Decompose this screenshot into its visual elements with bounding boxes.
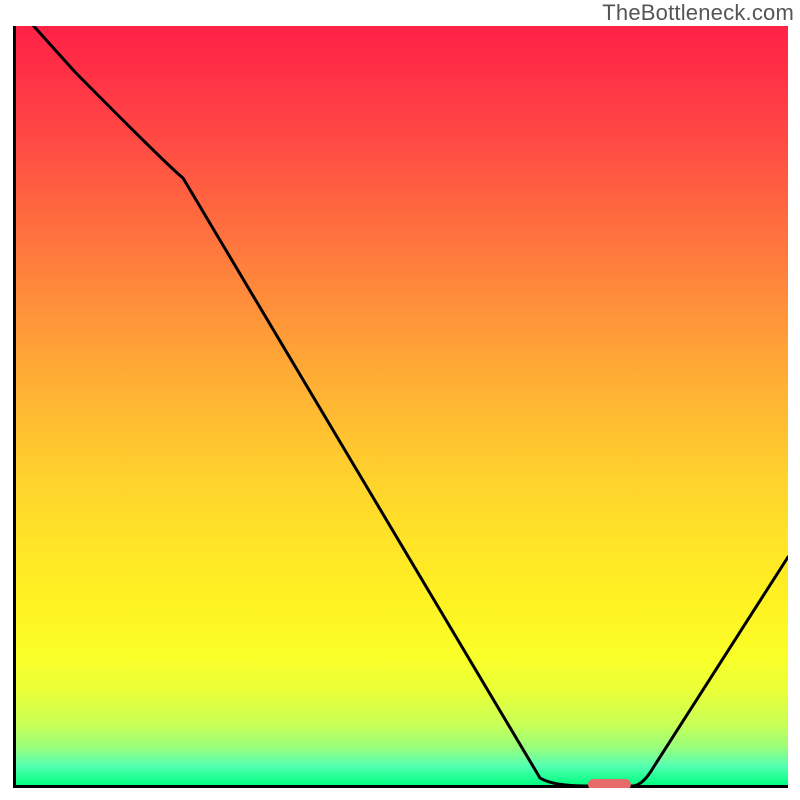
plot-gradient-area	[13, 26, 788, 788]
chart-container: TheBottleneck.com	[0, 0, 800, 800]
watermark-label: TheBottleneck.com	[602, 0, 794, 26]
